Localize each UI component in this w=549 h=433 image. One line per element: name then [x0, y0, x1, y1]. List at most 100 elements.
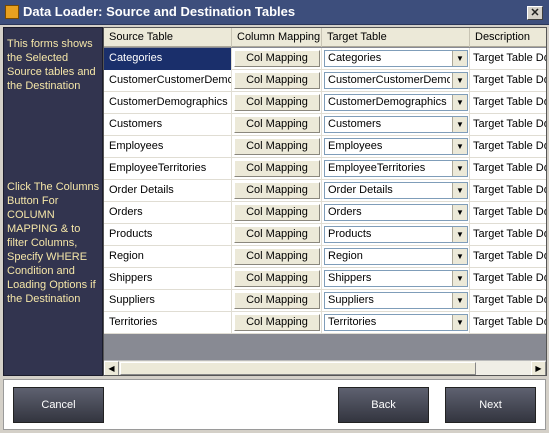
close-icon: ✕ [530, 7, 540, 19]
col-mapping-button[interactable]: Col Mapping [234, 248, 320, 265]
col-mapping-button[interactable]: Col Mapping [234, 292, 320, 309]
source-table-cell[interactable]: Customers [104, 114, 232, 136]
target-table-value: CustomerCustomerDemo [328, 74, 450, 86]
target-table-select[interactable]: CustomerDemographics ▼ [324, 94, 468, 111]
table-row[interactable]: EmployeeTerritories Col Mapping EmployeeTe… [104, 158, 546, 180]
source-table-cell[interactable]: Shippers [104, 268, 232, 290]
header-description[interactable]: Description [470, 28, 546, 47]
info-text-bottom: Click The Columns Button For COLUMN MAPP… [7, 181, 100, 305]
description-cell[interactable]: Target Table Do [470, 268, 546, 290]
target-table-select[interactable]: Order Details ▼ [324, 182, 468, 199]
chevron-down-icon[interactable]: ▼ [452, 293, 467, 308]
col-mapping-button[interactable]: Col Mapping [234, 204, 320, 221]
table-row[interactable]: CustomerCustomerDemo Col Mapping CustomerC… [104, 70, 546, 92]
table-row[interactable]: Categories Col Mapping Categories ▼ Target T… [104, 48, 546, 70]
description-cell[interactable]: Target Table Do [470, 114, 546, 136]
chevron-down-icon[interactable]: ▼ [452, 271, 467, 286]
table-row[interactable]: Region Col Mapping Region ▼ Target Table Do [104, 246, 546, 268]
col-mapping-button[interactable]: Col Mapping [234, 138, 320, 155]
col-mapping-button[interactable]: Col Mapping [234, 116, 320, 133]
source-table-cell[interactable]: Orders [104, 202, 232, 224]
description-cell[interactable]: Target Table Do [470, 290, 546, 312]
description-cell[interactable]: Target Table Do [470, 92, 546, 114]
chevron-down-icon[interactable]: ▼ [452, 139, 467, 154]
target-table-select[interactable]: EmployeeTerritories ▼ [324, 160, 468, 177]
target-table-select[interactable]: Customers ▼ [324, 116, 468, 133]
app-icon [5, 5, 19, 19]
description-cell[interactable]: Target Table Do [470, 48, 546, 70]
description-cell[interactable]: Target Table Do [470, 136, 546, 158]
chevron-down-icon[interactable]: ▼ [452, 117, 467, 132]
source-table-cell[interactable]: Categories [104, 48, 232, 70]
table-row[interactable]: Suppliers Col Mapping Suppliers ▼ Target Tab… [104, 290, 546, 312]
chevron-down-icon[interactable]: ▼ [452, 73, 467, 88]
description-cell[interactable]: Target Table Do [470, 70, 546, 92]
cancel-button[interactable]: Cancel [13, 387, 104, 423]
source-table-cell[interactable]: Order Details [104, 180, 232, 202]
mapping-grid[interactable]: Source Table Column Mapping Target Table… [103, 27, 547, 376]
source-table-cell[interactable]: Products [104, 224, 232, 246]
target-table-value: Products [328, 228, 372, 240]
header-column-mapping[interactable]: Column Mapping [232, 28, 322, 47]
table-row[interactable]: Products Col Mapping Products ▼ Target Table… [104, 224, 546, 246]
chevron-down-icon[interactable]: ▼ [452, 51, 467, 66]
table-row[interactable]: Orders Col Mapping Orders ▼ Target Table Do [104, 202, 546, 224]
col-mapping-button[interactable]: Col Mapping [234, 50, 320, 67]
back-button[interactable]: Back [338, 387, 429, 423]
source-table-cell[interactable]: CustomerCustomerDemo [104, 70, 232, 92]
chevron-down-icon[interactable]: ▼ [452, 315, 467, 330]
source-table-cell[interactable]: Suppliers [104, 290, 232, 312]
header-target-table[interactable]: Target Table [322, 28, 470, 47]
source-table-cell[interactable]: EmployeeTerritories [104, 158, 232, 180]
chevron-down-icon[interactable]: ▼ [452, 161, 467, 176]
grid-body: Source Table Column Mapping Target Table… [104, 28, 546, 361]
description-cell[interactable]: Target Table Do [470, 202, 546, 224]
col-mapping-button[interactable]: Col Mapping [234, 314, 320, 331]
target-table-select[interactable]: Employees ▼ [324, 138, 468, 155]
chevron-down-icon[interactable]: ▼ [452, 183, 467, 198]
table-row[interactable]: Customers Col Mapping Customers ▼ Target Tab… [104, 114, 546, 136]
target-table-select[interactable]: Region ▼ [324, 248, 468, 265]
target-table-select[interactable]: Products ▼ [324, 226, 468, 243]
target-table-value: Territories [328, 316, 377, 328]
scroll-left-button[interactable]: ◀ [104, 361, 119, 375]
next-button[interactable]: Next [445, 387, 536, 423]
horizontal-scrollbar[interactable]: ◀ ▶ [104, 360, 546, 375]
col-mapping-button[interactable]: Col Mapping [234, 160, 320, 177]
description-cell[interactable]: Target Table Do [470, 224, 546, 246]
description-cell[interactable]: Target Table Do [470, 180, 546, 202]
scrollbar-thumb[interactable] [120, 362, 476, 375]
description-cell[interactable]: Target Table Do [470, 158, 546, 180]
header-source-table[interactable]: Source Table [104, 28, 232, 47]
description-cell[interactable]: Target Table Do [470, 312, 546, 334]
table-row[interactable]: CustomerDemographics Col Mapping CustomerD… [104, 92, 546, 114]
target-table-select[interactable]: Suppliers ▼ [324, 292, 468, 309]
target-table-cell: Shippers ▼ [322, 268, 470, 290]
source-table-cell[interactable]: Employees [104, 136, 232, 158]
col-mapping-button[interactable]: Col Mapping [234, 270, 320, 287]
col-mapping-button[interactable]: Col Mapping [234, 182, 320, 199]
source-table-cell[interactable]: CustomerDemographics [104, 92, 232, 114]
target-table-select[interactable]: Territories ▼ [324, 314, 468, 331]
chevron-down-icon[interactable]: ▼ [452, 227, 467, 242]
column-mapping-cell: Col Mapping [232, 180, 322, 202]
table-row[interactable]: Territories Col Mapping Territories ▼ Target… [104, 312, 546, 334]
target-table-select[interactable]: Orders ▼ [324, 204, 468, 221]
col-mapping-button[interactable]: Col Mapping [234, 94, 320, 111]
col-mapping-button[interactable]: Col Mapping [234, 72, 320, 89]
source-table-cell[interactable]: Region [104, 246, 232, 268]
col-mapping-button[interactable]: Col Mapping [234, 226, 320, 243]
target-table-select[interactable]: Categories ▼ [324, 50, 468, 67]
source-table-cell[interactable]: Territories [104, 312, 232, 334]
chevron-down-icon[interactable]: ▼ [452, 249, 467, 264]
description-cell[interactable]: Target Table Do [470, 246, 546, 268]
table-row[interactable]: Employees Col Mapping Employees ▼ Target Tab… [104, 136, 546, 158]
scroll-right-button[interactable]: ▶ [531, 361, 546, 375]
table-row[interactable]: Shippers Col Mapping Shippers ▼ Target Table… [104, 268, 546, 290]
table-row[interactable]: Order Details Col Mapping Order Details ▼ Ta… [104, 180, 546, 202]
chevron-down-icon[interactable]: ▼ [452, 205, 467, 220]
chevron-down-icon[interactable]: ▼ [452, 95, 467, 110]
target-table-select[interactable]: CustomerCustomerDemo ▼ [324, 72, 468, 89]
target-table-select[interactable]: Shippers ▼ [324, 270, 468, 287]
close-button[interactable]: ✕ [527, 6, 543, 20]
